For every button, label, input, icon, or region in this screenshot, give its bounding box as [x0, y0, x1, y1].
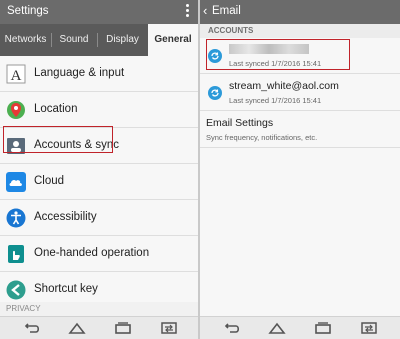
settings-item-one-handed[interactable]: One-handed operation	[0, 236, 198, 272]
back-chevron-icon[interactable]: ‹	[203, 3, 207, 19]
account-name: stream_white@aol.com	[229, 80, 339, 92]
sync-icon	[208, 86, 222, 100]
highlight-box-account	[206, 39, 350, 70]
back-nav-icon[interactable]	[24, 321, 42, 335]
email-settings-label: Email Settings	[206, 117, 274, 129]
accessibility-icon	[6, 208, 26, 228]
email-settings-item[interactable]: Email Settings Sync frequency, notificat…	[200, 112, 400, 148]
email-app-bar: ‹ Email	[200, 0, 400, 24]
settings-title: Settings	[7, 5, 49, 17]
tab-general[interactable]: General	[148, 24, 198, 56]
settings-item-label: Shortcut key	[34, 283, 98, 295]
home-nav-icon[interactable]	[268, 321, 286, 335]
settings-tabs: Networks Sound Display General	[0, 24, 198, 56]
settings-item-label: Cloud	[34, 175, 65, 187]
highlight-box-accounts-sync	[3, 126, 113, 153]
settings-item-language[interactable]: A Language & input	[0, 56, 198, 92]
settings-item-label: Accessibility	[34, 211, 97, 223]
tab-display[interactable]: Display	[97, 24, 148, 56]
settings-item-label: Location	[34, 103, 78, 115]
tab-sound[interactable]: Sound	[51, 24, 97, 56]
dual-window-nav-icon[interactable]	[360, 321, 378, 335]
svg-text:A: A	[11, 68, 22, 84]
account-sync-status: Last synced 1/7/2016 15:41	[229, 96, 322, 105]
tab-networks[interactable]: Networks	[0, 24, 51, 56]
navigation-bar-right	[200, 316, 400, 339]
recent-apps-nav-icon[interactable]	[314, 321, 332, 335]
email-pane: ‹ Email ACCOUNTS Last synced 1/7/2016 15…	[200, 0, 400, 339]
back-nav-icon[interactable]	[224, 321, 242, 335]
navigation-bar-left	[0, 316, 198, 339]
shortcut-key-icon	[6, 280, 26, 300]
settings-item-label: One-handed operation	[34, 247, 150, 259]
email-settings-description: Sync frequency, notifications, etc.	[206, 133, 318, 142]
settings-item-cloud[interactable]: Cloud	[0, 164, 198, 200]
recent-apps-nav-icon[interactable]	[114, 321, 132, 335]
settings-item-label: Language & input	[34, 67, 125, 79]
email-title: Email	[212, 5, 241, 17]
home-nav-icon[interactable]	[68, 321, 86, 335]
one-handed-icon	[8, 245, 24, 263]
settings-list: A Language & input Location Accounts & s…	[0, 56, 198, 308]
overflow-menu-icon[interactable]	[186, 4, 190, 20]
settings-item-location[interactable]: Location	[0, 92, 198, 128]
settings-pane: Settings Networks Sound Display General …	[0, 0, 198, 339]
settings-item-accessibility[interactable]: Accessibility	[0, 200, 198, 236]
settings-app-bar: Settings	[0, 0, 198, 24]
dual-window-nav-icon[interactable]	[160, 321, 178, 335]
location-pin-icon	[7, 101, 25, 119]
section-header-privacy: PRIVACY	[0, 302, 198, 316]
language-icon: A	[6, 64, 26, 84]
cloud-icon	[6, 172, 26, 192]
section-header-accounts: ACCOUNTS	[200, 24, 400, 38]
account-item-stream-white[interactable]: stream_white@aol.com Last synced 1/7/201…	[200, 75, 400, 111]
